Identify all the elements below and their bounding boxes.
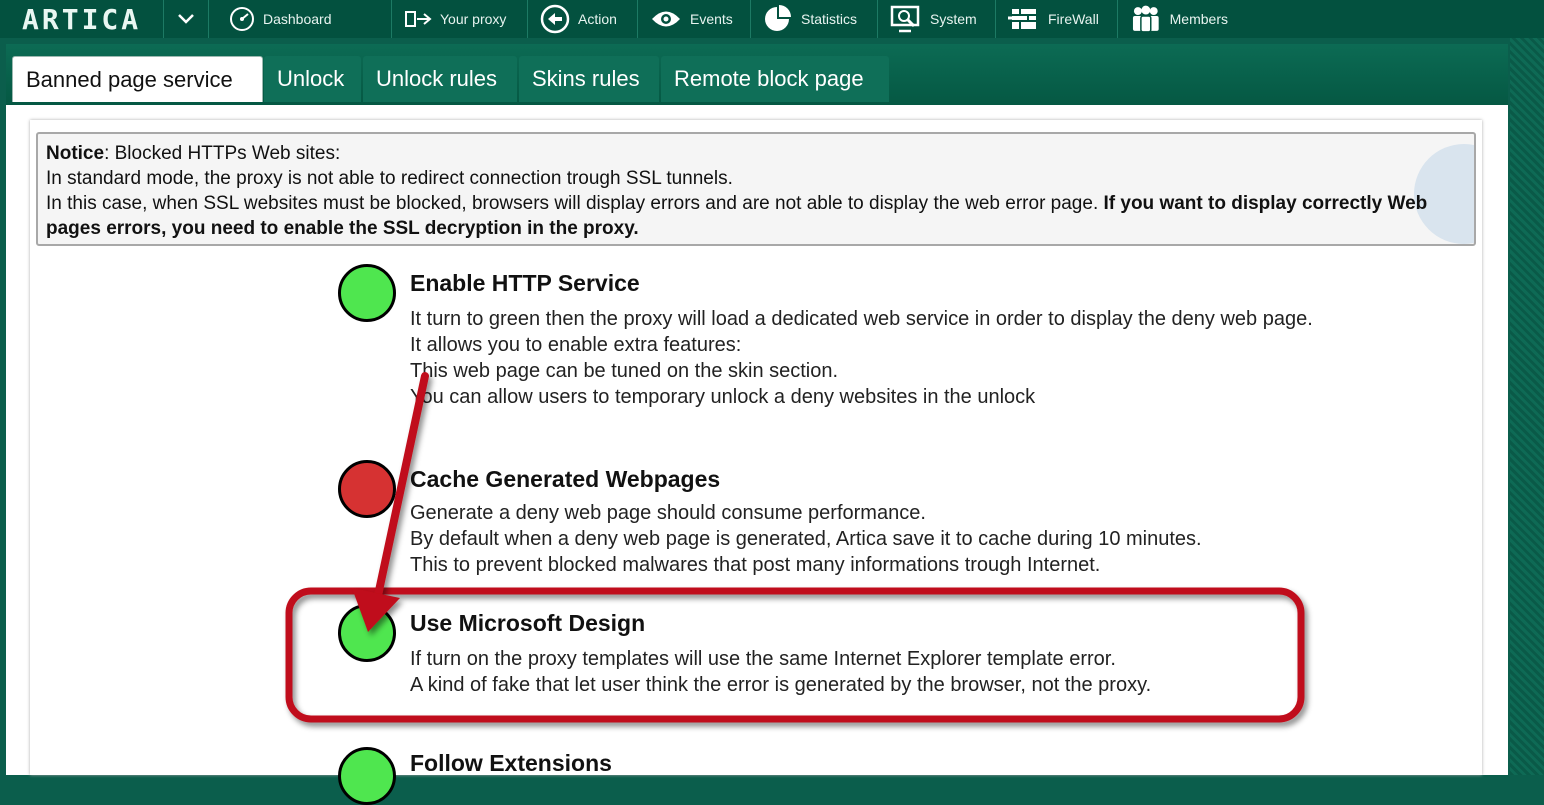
- artica-logo[interactable]: ARTICA: [0, 0, 164, 38]
- members-icon: [1132, 5, 1159, 33]
- feature-line: This web page can be tuned on the skin s…: [410, 360, 839, 382]
- nav-firewall[interactable]: FireWall: [996, 0, 1118, 38]
- feature-title: Follow Extensions: [410, 750, 612, 776]
- nav-statistics-label: Statistics: [801, 11, 858, 27]
- chevron-down-icon: [178, 14, 194, 24]
- nav-your-proxy-label: Your proxy: [440, 11, 507, 27]
- feature-line: You can allow users to temporary unlock …: [410, 386, 1036, 408]
- proxy-icon: [405, 11, 432, 27]
- follow-extensions-toggle[interactable]: [338, 747, 396, 805]
- use-microsoft-design-toggle[interactable]: [338, 604, 396, 662]
- nav-your-proxy[interactable]: Your proxy: [392, 0, 528, 38]
- tab-skins-rules[interactable]: Skins rules: [519, 56, 659, 102]
- feature-line: This to prevent blocked malwares that po…: [410, 554, 1101, 576]
- feature-line: It turn to green then the proxy will loa…: [410, 308, 1313, 330]
- feature-line: By default when a deny web page is gener…: [410, 528, 1202, 550]
- nav-statistics[interactable]: Statistics: [751, 0, 878, 38]
- notice-label: Notice: [46, 143, 105, 164]
- dashboard-icon: [230, 7, 254, 31]
- nav-system[interactable]: System: [878, 0, 996, 38]
- notice-box: Notice: Blocked HTTPs Web sites: In stan…: [36, 132, 1476, 246]
- feature-line: Generate a deny web page should consume …: [410, 502, 926, 524]
- tab-bar: Banned page service Unlock Unlock rules …: [6, 44, 1508, 105]
- nav-dashboard[interactable]: Dashboard: [209, 0, 392, 38]
- tab-banned-page-service[interactable]: Banned page service: [12, 56, 263, 102]
- notice-line-1: In standard mode, the proxy is not able …: [46, 168, 733, 189]
- tab-unlock-rules[interactable]: Unlock rules: [363, 56, 517, 102]
- nav-system-label: System: [930, 11, 977, 27]
- notice-heading: : Blocked HTTPs Web sites:: [104, 143, 341, 164]
- tab-remote-block-page[interactable]: Remote block page: [661, 56, 889, 102]
- nav-action-label: Action: [578, 11, 617, 27]
- feature-description: If turn on the proxy templates will use …: [410, 646, 1360, 698]
- nav-members[interactable]: Members: [1118, 0, 1242, 38]
- feature-title: Cache Generated Webpages: [410, 466, 721, 492]
- nav-action[interactable]: Action: [528, 0, 638, 38]
- firewall-icon: [1008, 9, 1036, 29]
- main-panel: Banned page service Unlock Unlock rules …: [6, 44, 1508, 805]
- cache-generated-webpages-toggle[interactable]: [338, 460, 396, 518]
- action-icon: [540, 4, 570, 34]
- content-area: Notice: Blocked HTTPs Web sites: In stan…: [30, 120, 1482, 805]
- feature-line: If turn on the proxy templates will use …: [410, 648, 1116, 670]
- tab-unlock[interactable]: Unlock: [264, 56, 361, 102]
- pie-chart-icon: [765, 5, 791, 31]
- notice-line-2: In this case, when SSL websites must be …: [46, 193, 1104, 214]
- background-strip: [1510, 38, 1544, 775]
- enable-http-service-toggle[interactable]: [338, 264, 396, 322]
- nav-dashboard-label: Dashboard: [263, 11, 332, 27]
- feature-title: Use Microsoft Design: [410, 610, 646, 636]
- eye-icon: [652, 11, 680, 27]
- feature-line: It allows you to enable extra features:: [410, 334, 742, 356]
- top-nav-bar: ARTICA Dashboard Your proxy Action Event…: [0, 0, 1544, 38]
- feature-title: Enable HTTP Service: [410, 270, 640, 296]
- nav-events-label: Events: [690, 11, 733, 27]
- nav-menu-toggle[interactable]: [164, 0, 209, 38]
- nav-firewall-label: FireWall: [1048, 11, 1099, 27]
- system-icon: [890, 5, 920, 33]
- feature-description: It turn to green then the proxy will loa…: [410, 306, 1360, 410]
- nav-members-label: Members: [1169, 11, 1228, 27]
- nav-events[interactable]: Events: [638, 0, 751, 38]
- feature-description: Generate a deny web page should consume …: [410, 500, 1360, 578]
- feature-line: A kind of fake that let user think the e…: [410, 674, 1152, 696]
